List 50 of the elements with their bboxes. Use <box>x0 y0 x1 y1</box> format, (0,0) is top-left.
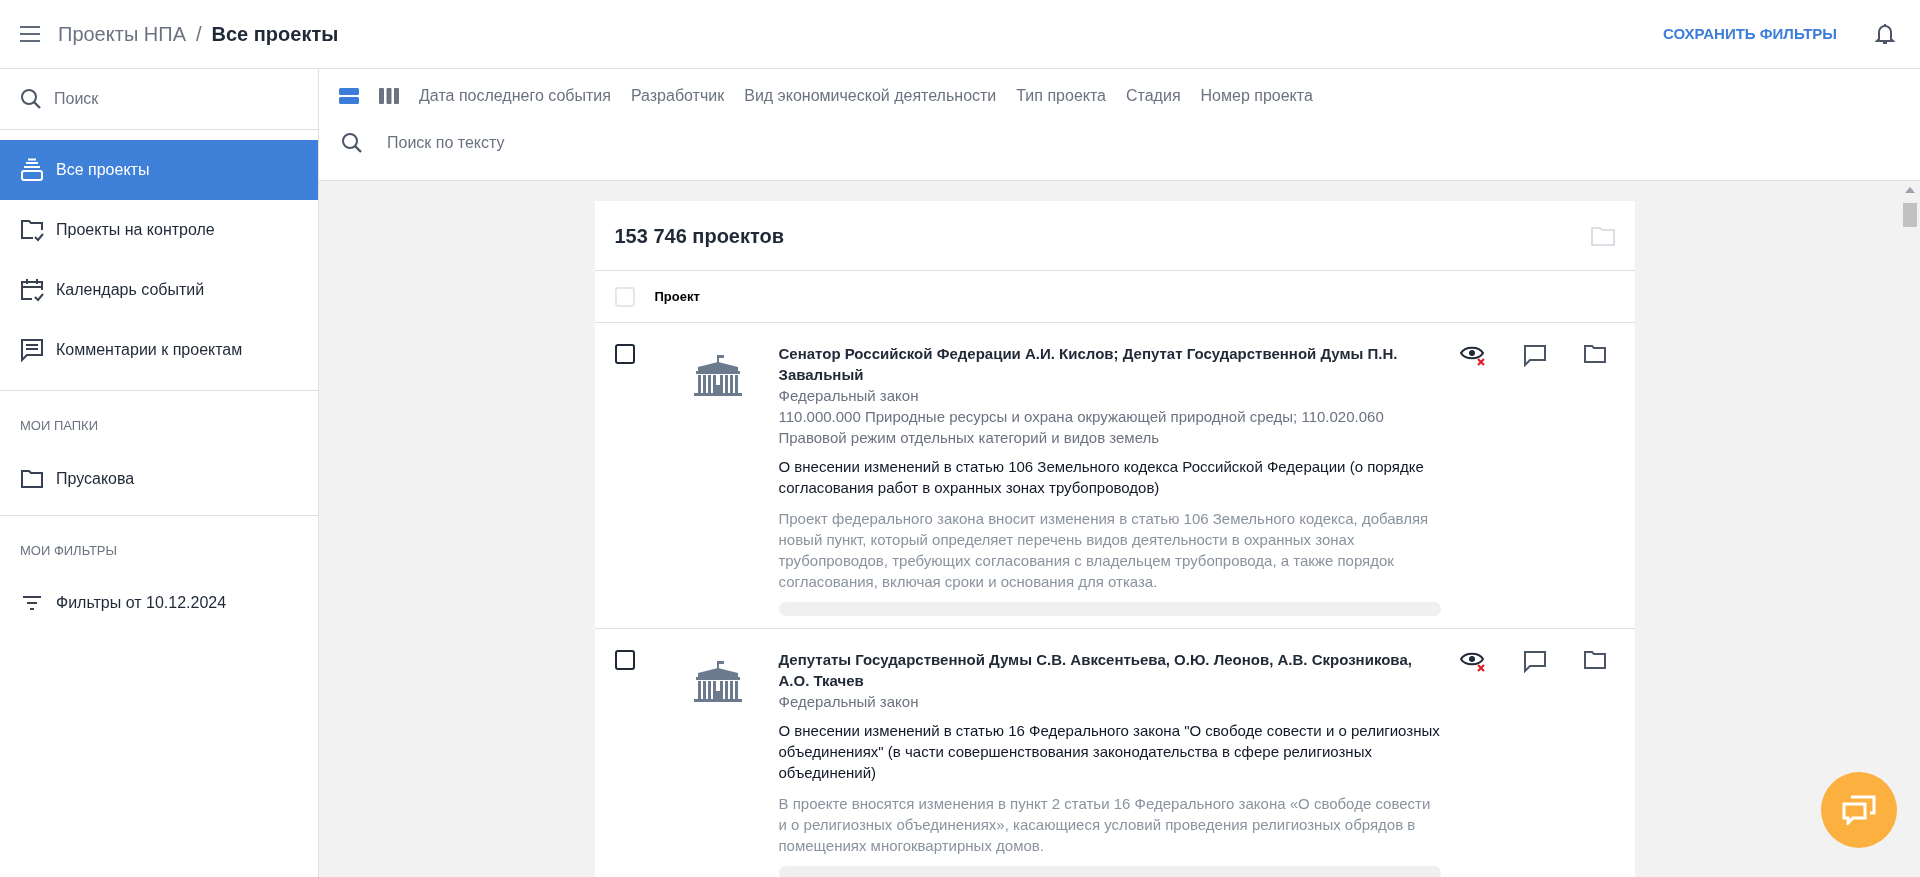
filter-button[interactable]: Разработчик <box>630 84 725 108</box>
project-authors: Депутаты Государственной Думы С.В. Авксентьева, О.Ю. Леонов, А.В. Скрозникова, А.О. Ткачев <box>778 650 1413 691</box>
folder-check-icon <box>20 218 44 242</box>
project-title[interactable]: О внесении изменений в статью 16 Федерального закона "О свободе совести и о религиозных объединениях" (в части совершенствования законодательства в сфере религиозных объединений) <box>778 720 1441 783</box>
project-summary: Проект федерального закона вносит изменения в статью 106 Земельного кодекса, добавляя новый пункт, который определяет перечень видов деятельности в охранных зонах трубопроводов, требующих согласования с владельцем трубопровода, а также порядок согласования, включая сроки и основания для отказа. <box>778 509 1430 592</box>
calendar-check-icon <box>20 278 44 302</box>
page-title: Все проекты <box>211 22 339 47</box>
sidebar-item[interactable]: Календарь событий <box>0 260 318 320</box>
project-type: Федеральный закон <box>778 386 920 406</box>
projects-count: 153 746 проектов <box>614 223 785 249</box>
text-search-field[interactable]: Поиск по тексту <box>387 131 787 155</box>
project-authors: Сенатор Российской Федерации А.И. Кислов; Депутат Государственной Думы П.Н. Завальный <box>778 344 1399 385</box>
sidebar-item[interactable]: Фильтры от 10.12.2024 <box>0 575 318 631</box>
breadcrumb-separator: / <box>195 22 202 47</box>
filter-button[interactable]: Номер проекта <box>1200 84 1313 108</box>
sidebar-item[interactable]: Прусакова <box>0 450 318 507</box>
sidebar-item[interactable]: Все проекты <box>0 140 318 200</box>
search-icon <box>20 88 42 110</box>
project-summary: В проекте вносятся изменения в пункт 2 статьи 16 Федерального закона «О свободе совести и о религиозных объединениях», касающиеся условий проведения религиозных обрядов в помещениях многоквартирных домов. <box>778 794 1432 856</box>
column-view-icon[interactable] <box>379 87 399 105</box>
section-heading: МОИ ПАПКИ <box>19 417 100 435</box>
comment-icon[interactable] <box>1522 649 1547 673</box>
project-type: Федеральный закон <box>778 692 920 712</box>
filter-button[interactable]: Дата последнего события <box>419 84 611 108</box>
column-header: Проект <box>654 287 700 306</box>
sidebar-item[interactable]: Проекты на контроле <box>0 200 318 260</box>
comment-icon[interactable] <box>1522 343 1547 367</box>
scrollbar-thumb[interactable] <box>1903 203 1917 227</box>
row-checkbox[interactable] <box>614 650 635 670</box>
sidebar-item[interactable]: Комментарии к проектам <box>0 320 318 380</box>
list-view-icon[interactable] <box>339 87 359 105</box>
folder-icon[interactable] <box>1582 343 1607 365</box>
folder-icon[interactable] <box>1582 649 1607 671</box>
bell-icon[interactable] <box>1875 23 1895 45</box>
row-checkbox[interactable] <box>614 344 635 364</box>
menu-icon[interactable] <box>20 26 40 42</box>
search-icon <box>341 132 363 154</box>
comment-icon <box>20 338 44 362</box>
filter-button[interactable]: Вид экономической деятельности <box>744 84 997 108</box>
section-heading: МОИ ФИЛЬТРЫ <box>19 541 118 560</box>
select-all-checkbox[interactable] <box>614 286 635 307</box>
filter-button[interactable]: Тип проекта <box>1016 84 1106 108</box>
stack-icon <box>20 158 44 182</box>
filter-button[interactable]: Стадия <box>1126 84 1181 108</box>
project-title[interactable]: О внесении изменений в статью 106 Земельного кодекса Российской Федерации (о порядке согласования работ в охранных зонах трубопроводов) <box>778 456 1441 498</box>
save-filters-button[interactable]: СОХРАНИТЬ ФИЛЬТРЫ <box>1662 22 1837 46</box>
sidebar-search-field[interactable]: Поиск <box>54 87 254 111</box>
project-category: 110.000.000 Природные ресурсы и охрана окружающей природной среды; 110.020.060 Правовой режим отдельных категорий и видов земель <box>778 407 1385 448</box>
chat-icon <box>1842 795 1876 825</box>
breadcrumb-link[interactable]: Проекты НПА <box>58 19 186 49</box>
